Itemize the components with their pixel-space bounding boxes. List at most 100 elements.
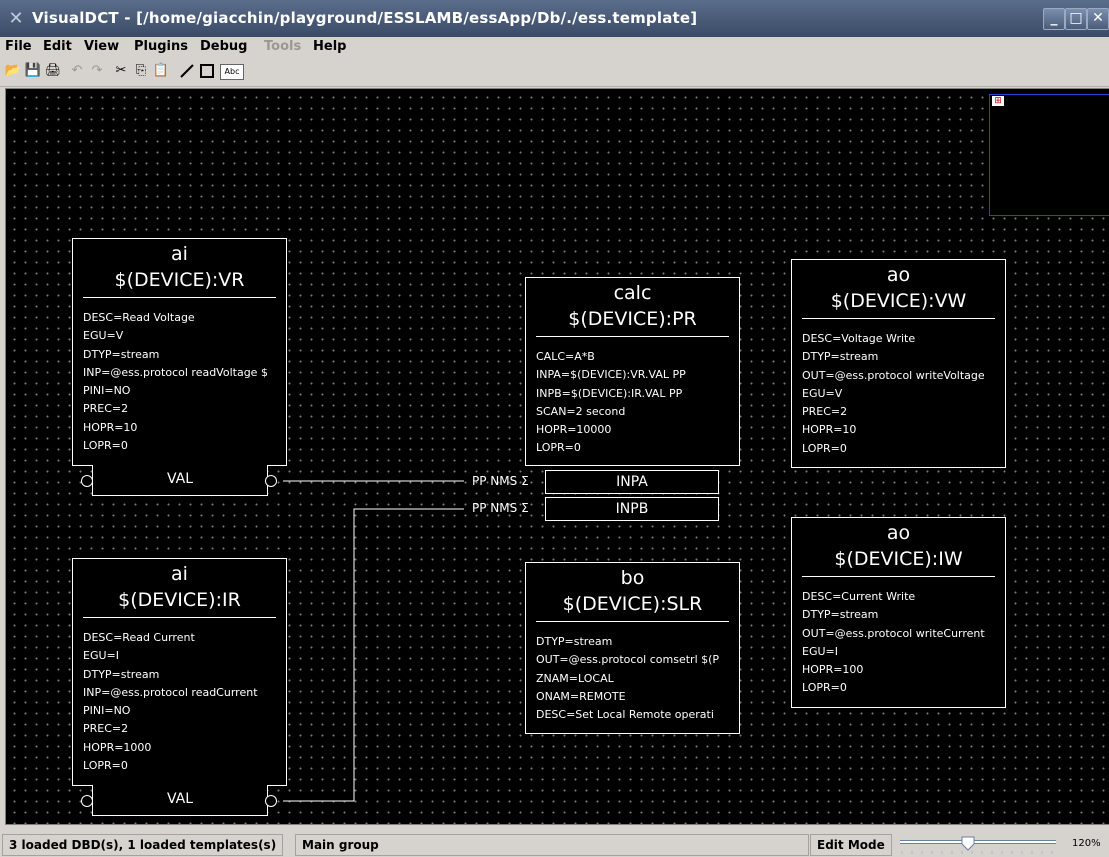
slider-thumb xyxy=(961,836,975,851)
field: PINI=NO xyxy=(83,384,131,398)
field: LOPR=0 xyxy=(83,759,128,773)
field: EGU=I xyxy=(83,649,119,663)
record-fields: CALC=A*B INPA=$(DEVICE):VR.VAL PP INPB=$… xyxy=(536,348,686,458)
record-vr[interactable]: ai $(DEVICE):VR DESC=Read Voltage EGU=V … xyxy=(72,238,287,466)
record-type: bo xyxy=(620,567,645,589)
box-tool-icon[interactable] xyxy=(198,62,216,80)
field: INP=@ess.protocol readVoltage $ xyxy=(83,365,268,379)
menu-edit[interactable]: Edit xyxy=(43,39,72,54)
field: DTYP=stream xyxy=(83,667,160,681)
divider xyxy=(802,318,995,319)
record-slr[interactable]: bo $(DEVICE):SLR DTYP=stream OUT=@ess.pr… xyxy=(525,562,740,734)
record-fields: DESC=Read Current EGU=I DTYP=stream INP=… xyxy=(83,629,258,775)
status-loaded: 3 loaded DBD(s), 1 loaded templates(s) xyxy=(2,834,284,856)
field: DTYP=stream xyxy=(802,608,879,622)
sum-icon: Σ xyxy=(521,474,529,488)
copy-icon[interactable]: ⎘ xyxy=(132,62,150,80)
cut-icon[interactable]: ✂ xyxy=(112,62,130,80)
field: EGU=I xyxy=(802,644,838,658)
ir-val-field[interactable]: VAL xyxy=(92,785,268,816)
field: DESC=Voltage Write xyxy=(802,332,916,345)
menu-view[interactable]: View xyxy=(84,39,119,54)
sum-icon: Σ xyxy=(521,501,529,515)
field: EGU=V xyxy=(83,329,124,343)
field: HOPR=10000 xyxy=(536,423,612,437)
record-name: $(DEVICE):VR xyxy=(114,269,245,291)
menu-help[interactable]: Help xyxy=(313,39,346,54)
app-icon: ✕ xyxy=(8,8,24,29)
field: LOPR=0 xyxy=(802,441,847,455)
field: INP=@ess.protocol readCurrent xyxy=(83,685,258,699)
field: OUT=@ess.protocol writeVoltage xyxy=(802,368,985,382)
print-icon[interactable]: 🖨 xyxy=(44,62,62,80)
field: CALC=A*B xyxy=(536,350,595,363)
minimize-button[interactable]: _ xyxy=(1043,8,1065,30)
record-fields: DESC=Read Voltage EGU=V DTYP=stream INP=… xyxy=(83,309,268,455)
field: PINI=NO xyxy=(83,704,131,718)
field: PREC=2 xyxy=(802,405,848,419)
record-fields: DTYP=stream OUT=@ess.protocol comsetrl $… xyxy=(536,633,719,724)
open-icon[interactable]: 📂 xyxy=(4,62,22,80)
field: EGU=V xyxy=(802,386,843,400)
vr-val-field[interactable]: VAL xyxy=(92,465,268,496)
menu-tools[interactable]: Tools xyxy=(264,39,301,54)
maximize-button[interactable]: □ xyxy=(1065,8,1087,30)
paste-icon[interactable]: 📋 xyxy=(152,62,170,80)
link-port-left-icon[interactable] xyxy=(78,792,96,810)
record-name: $(DEVICE):SLR xyxy=(562,593,703,615)
link-port-left-icon[interactable] xyxy=(78,472,96,490)
minimap-viewport-icon[interactable]: ⊞ xyxy=(992,96,1004,106)
field: DESC=Set Local Remote operati xyxy=(536,708,714,722)
record-iw[interactable]: ao $(DEVICE):IW DESC=Current Write DTYP=… xyxy=(791,517,1006,708)
field: DTYP=stream xyxy=(83,347,160,361)
field: ZNAM=LOCAL xyxy=(536,671,614,685)
field: LOPR=0 xyxy=(536,441,581,455)
link-type-label: PP NMS Σ xyxy=(472,474,529,488)
toolbar: 📂 💾 🖨 ↶ ↷ ✂ ⎘ 📋 Abc xyxy=(0,59,1109,87)
record-fields: DESC=Voltage Write DTYP=stream OUT=@ess.… xyxy=(802,330,985,458)
pr-inpb-field[interactable]: INPB xyxy=(545,497,719,521)
divider xyxy=(83,617,276,618)
menu-debug[interactable]: Debug xyxy=(200,39,247,54)
text-tool-icon[interactable]: Abc xyxy=(220,64,244,80)
record-type: ai xyxy=(171,563,188,585)
record-name: $(DEVICE):PR xyxy=(568,308,697,330)
redo-icon[interactable]: ↷ xyxy=(88,62,106,80)
menu-plugins[interactable]: Plugins xyxy=(134,39,188,54)
record-type: calc xyxy=(613,282,652,304)
diagram-canvas[interactable]: ai $(DEVICE):VR DESC=Read Voltage EGU=V … xyxy=(5,88,1109,825)
pr-inpa-field[interactable]: INPA xyxy=(545,470,719,494)
record-name: $(DEVICE):VW xyxy=(830,290,967,312)
close-button[interactable]: ✕ xyxy=(1087,8,1109,30)
field-label: INPB xyxy=(615,501,649,517)
field: LOPR=0 xyxy=(83,439,128,453)
undo-icon[interactable]: ↶ xyxy=(68,62,86,80)
field: DTYP=stream xyxy=(536,635,613,648)
link-type-label: PP NMS Σ xyxy=(472,501,529,515)
line-tool-icon[interactable] xyxy=(178,62,196,80)
record-type: ao xyxy=(886,522,911,544)
divider xyxy=(536,336,729,337)
record-type: ai xyxy=(171,243,188,265)
status-mode: Edit Mode xyxy=(810,834,892,856)
title-bar: ✕ VisualDCT - [/home/giacchin/playground… xyxy=(0,0,1109,37)
record-vw[interactable]: ao $(DEVICE):VW DESC=Voltage Write DTYP=… xyxy=(791,259,1006,468)
link-port-right-icon[interactable] xyxy=(262,792,280,810)
record-ir[interactable]: ai $(DEVICE):IR DESC=Read Current EGU=I … xyxy=(72,558,287,786)
zoom-slider[interactable] xyxy=(898,835,1060,855)
field: HOPR=10 xyxy=(802,423,857,437)
link-ir-to-inpb xyxy=(283,508,464,802)
field: INPB=$(DEVICE):IR.VAL PP xyxy=(536,386,683,400)
save-icon[interactable]: 💾 xyxy=(24,62,42,80)
record-pr[interactable]: calc $(DEVICE):PR CALC=A*B INPA=$(DEVICE… xyxy=(525,277,740,466)
field: DESC=Read Voltage xyxy=(83,311,195,324)
navigator-minimap[interactable]: ⊞ xyxy=(989,94,1109,216)
menu-file[interactable]: File xyxy=(5,39,32,54)
record-fields: DESC=Current Write DTYP=stream OUT=@ess.… xyxy=(802,588,985,698)
field: DESC=Read Current xyxy=(83,631,195,644)
field: HOPR=10 xyxy=(83,420,138,434)
field: INPA=$(DEVICE):VR.VAL PP xyxy=(536,368,686,382)
field: OUT=@ess.protocol writeCurrent xyxy=(802,626,985,640)
link-port-right-icon[interactable] xyxy=(262,472,280,490)
field: DTYP=stream xyxy=(802,350,879,364)
